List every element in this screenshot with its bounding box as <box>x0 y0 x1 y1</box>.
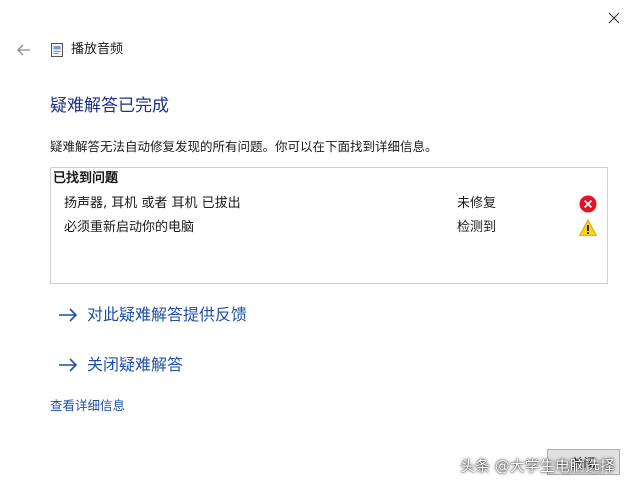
window-title: 播放音频 <box>71 42 124 57</box>
feedback-link-label: 对此疑难解答提供反馈 <box>87 305 248 324</box>
problem-status: 未修复 <box>457 196 497 211</box>
error-icon <box>579 195 597 213</box>
problem-row: 扬声器, 耳机 或者 耳机 已拔出 未修复 <box>51 194 607 216</box>
page-description: 疑难解答无法自动修复发现的所有问题。你可以在下面找到详细信息。 <box>50 139 438 154</box>
troubleshooter-app-icon <box>51 43 63 57</box>
problem-status: 检测到 <box>457 220 497 235</box>
problem-name: 必须重新启动你的电脑 <box>64 220 195 235</box>
arrow-right-icon <box>59 308 78 322</box>
page-heading: 疑难解答已完成 <box>50 96 169 116</box>
problem-row: 必须重新启动你的电脑 检测到 <box>51 218 607 240</box>
problems-panel: 已找到问题 扬声器, 耳机 或者 耳机 已拔出 未修复 必须重新启动你的电脑 检… <box>50 167 608 284</box>
problems-header: 已找到问题 <box>53 171 119 186</box>
watermark: 头条 @大学生电脑选择 <box>460 457 615 475</box>
arrow-right-icon <box>59 358 78 372</box>
close-troubleshooter-link-label: 关闭疑难解答 <box>87 355 184 374</box>
view-details-link[interactable]: 查看详细信息 <box>50 398 125 414</box>
warning-icon <box>578 219 598 236</box>
back-arrow-icon[interactable] <box>14 40 34 60</box>
troubleshooter-window: 播放音频 疑难解答已完成 疑难解答无法自动修复发现的所有问题。你可以在下面找到详… <box>0 0 640 491</box>
close-icon[interactable] <box>604 8 624 28</box>
problem-name: 扬声器, 耳机 或者 耳机 已拔出 <box>64 196 241 211</box>
